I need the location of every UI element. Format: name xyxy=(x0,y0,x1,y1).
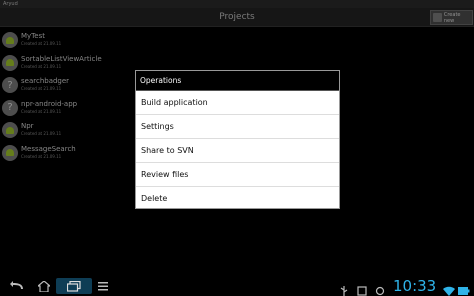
back-icon[interactable] xyxy=(10,280,24,292)
battery-icon xyxy=(458,281,470,295)
navigation-bar: 10:33 xyxy=(0,276,474,296)
menu-item-review-files[interactable]: Review files xyxy=(136,163,339,187)
menu-item-delete[interactable]: Delete xyxy=(136,187,339,211)
wifi-icon xyxy=(443,281,455,296)
dialog-title: Operations xyxy=(136,71,339,91)
menu-item-settings[interactable]: Settings xyxy=(136,115,339,139)
recent-apps-icon xyxy=(67,280,81,292)
home-icon[interactable] xyxy=(37,280,51,292)
debug-icon xyxy=(375,281,385,296)
recent-apps-button[interactable] xyxy=(56,278,92,294)
menu-item-build-application[interactable]: Build application xyxy=(136,91,339,115)
operations-dialog: Operations Build application Settings Sh… xyxy=(135,70,340,209)
clock: 10:33 xyxy=(393,277,437,295)
notification-icon xyxy=(357,281,367,296)
menu-item-share-to-svn[interactable]: Share to SVN xyxy=(136,139,339,163)
menu-icon[interactable] xyxy=(96,280,110,292)
usb-icon xyxy=(339,281,349,296)
